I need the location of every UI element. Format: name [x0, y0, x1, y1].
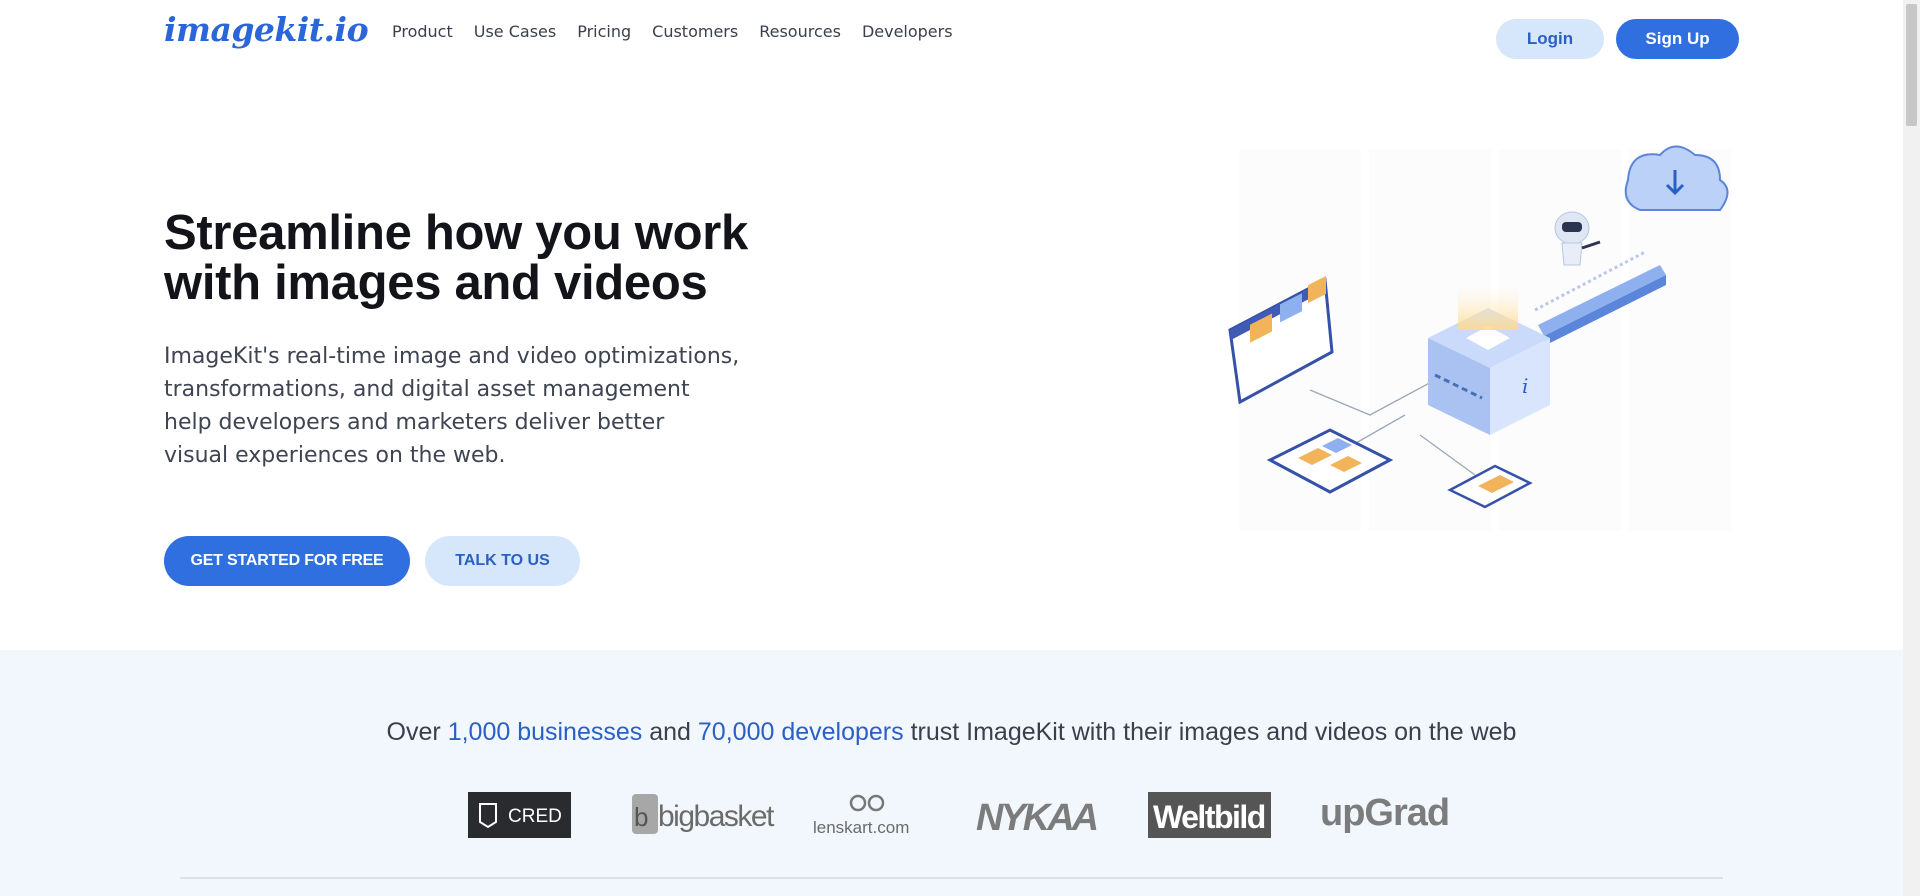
cred-logo-text: CRED	[508, 806, 562, 827]
lenskart-logo-text: lenskart.com	[813, 818, 909, 837]
top-nav: imagekit.io Product Use Cases Pricing Cu…	[0, 0, 1903, 78]
lenskart-logo: lenskart.com	[813, 794, 909, 837]
trust-statement: Over 1,000 businesses and 70,000 develop…	[0, 718, 1903, 747]
talk-to-us-button[interactable]: TALK TO US	[425, 536, 580, 586]
bigbasket-logo: b bigbasket	[632, 794, 777, 834]
nykaa-logo-text: NYKAA	[976, 797, 1097, 839]
signup-button[interactable]: Sign Up	[1616, 19, 1739, 59]
hero-title-line-1: Streamline how you work	[164, 206, 748, 260]
page-scrollbar[interactable]	[1903, 0, 1920, 896]
trust-suffix: trust ImageKit with their images and vid…	[910, 718, 1517, 746]
menu-item-developers[interactable]: Developers	[862, 22, 953, 41]
developers-count: 70,000 developers	[697, 718, 904, 746]
trust-prefix: Over	[386, 718, 441, 746]
hero-subtitle-line-4: visual experiences on the web.	[164, 443, 506, 468]
businesses-count: 1,000 businesses	[447, 718, 643, 746]
hero-subtitle-line-1: ImageKit's real-time image and video opt…	[164, 344, 740, 369]
trust-and: and	[649, 718, 691, 746]
hero-subtitle-line-3: help developers and marketers deliver be…	[164, 410, 665, 435]
menu-item-product[interactable]: Product	[392, 22, 453, 41]
hero-illustration: i	[1228, 145, 1731, 531]
login-button[interactable]: Login	[1496, 19, 1604, 59]
bigbasket-logo-text: bigbasket	[658, 800, 775, 833]
menu-item-resources[interactable]: Resources	[759, 22, 841, 41]
svg-text:i: i	[1522, 374, 1528, 398]
menu-item-use-cases[interactable]: Use Cases	[474, 22, 556, 41]
cred-logo: CRED	[468, 792, 571, 838]
get-started-button[interactable]: GET STARTED FOR FREE	[164, 536, 410, 586]
nykaa-logo: NYKAA	[976, 797, 1100, 839]
trust-section: Over 1,000 businesses and 70,000 develop…	[0, 650, 1903, 896]
hero-subtitle-line-2: transformations, and digital asset manag…	[164, 377, 690, 402]
weltbild-logo: Weltbild	[1148, 792, 1271, 838]
hero-title-line-2: with images and videos	[164, 256, 708, 310]
upgrad-logo: upGrad	[1320, 792, 1448, 834]
hero-subtitle: ImageKit's real-time image and video opt…	[164, 340, 784, 472]
menu-item-pricing[interactable]: Pricing	[577, 22, 631, 41]
customer-logos: CRED b bigbasket lenskart.com NYKAA Welt…	[468, 792, 1448, 839]
svg-text:b: b	[634, 802, 648, 832]
upgrad-logo-text: upGrad	[1320, 792, 1448, 834]
imagekit-logo[interactable]: imagekit.io	[164, 10, 369, 49]
main-menu: Product Use Cases Pricing Customers Reso…	[392, 22, 974, 41]
weltbild-logo-text: Weltbild	[1153, 799, 1265, 835]
menu-item-customers[interactable]: Customers	[652, 22, 738, 41]
scrollbar-thumb[interactable]	[1906, 4, 1917, 126]
hero-title: Streamline how you work with images and …	[164, 208, 784, 308]
section-divider	[180, 877, 1723, 879]
